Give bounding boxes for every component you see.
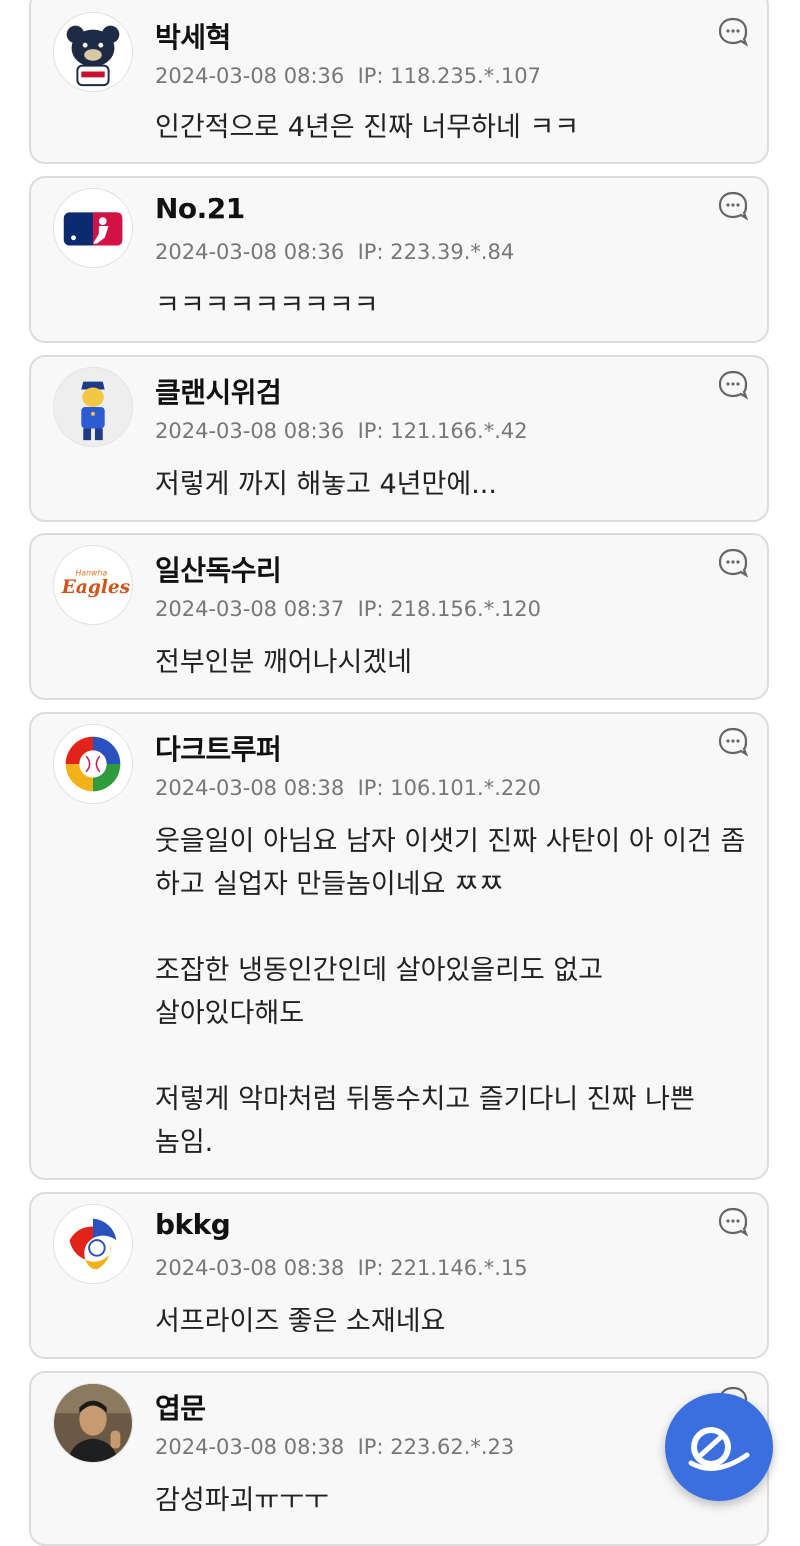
- eagles-logo-text: Eagles: [61, 577, 131, 598]
- nickname[interactable]: 일산독수리: [155, 549, 282, 589]
- bear-mascot-icon: [66, 25, 120, 87]
- comment-text: 인간적으로 4년은 진짜 너무하네 ㅋㅋ: [155, 112, 580, 143]
- avatar[interactable]: [53, 1204, 133, 1284]
- nickname[interactable]: 다크트루퍼: [155, 728, 282, 768]
- nickname[interactable]: 엽문: [155, 1387, 206, 1427]
- comment-ip: IP: 121.166.*.42: [357, 419, 528, 443]
- reply-icon[interactable]: [717, 547, 749, 579]
- comment-meta: 2024-03-08 08:37 IP: 218.156.*.120: [155, 597, 541, 621]
- reply-icon[interactable]: [717, 369, 749, 401]
- comment-ip: IP: 118.235.*.107: [357, 64, 541, 88]
- comment-date: 2024-03-08 08:38: [155, 1435, 345, 1459]
- comment-meta: 2024-03-08 08:36 IP: 223.39.*.84: [155, 240, 514, 264]
- comment-card: 다크트루퍼 2024-03-08 08:38 IP: 106.101.*.220…: [29, 712, 769, 1180]
- eagles-logo-icon: Hanwha Eagles: [61, 568, 131, 598]
- comment-date: 2024-03-08 08:38: [155, 776, 345, 800]
- comment-meta: 2024-03-08 08:38 IP: 223.62.*.23: [155, 1435, 514, 1459]
- reply-icon[interactable]: [717, 16, 749, 48]
- comment-date: 2024-03-08 08:37: [155, 597, 345, 621]
- nickname[interactable]: 박세혁: [155, 16, 231, 56]
- nickname[interactable]: bkkg: [155, 1208, 231, 1241]
- comment-card: Hanwha Eagles 일산독수리 2024-03-08 08:37 IP:…: [29, 533, 769, 700]
- comment-text: ㅋㅋㅋㅋㅋㅋㅋㅋㅋ: [155, 290, 379, 321]
- comment-ip: IP: 223.39.*.84: [357, 240, 515, 264]
- comment-ip: IP: 221.146.*.15: [357, 1256, 528, 1280]
- comment-ip: IP: 223.62.*.23: [357, 1435, 515, 1459]
- avatar[interactable]: [53, 367, 133, 447]
- comment-ip: IP: 218.156.*.120: [357, 597, 541, 621]
- reply-icon[interactable]: [717, 190, 749, 222]
- write-logo-icon: [688, 1427, 750, 1471]
- comment-ip: IP: 106.101.*.220: [357, 776, 541, 800]
- comment-date: 2024-03-08 08:36: [155, 419, 345, 443]
- comment-text: 웃을일이 아님요 남자 이샛기 진짜 사탄이 아 이건 좀 하고 실업자 만들놈…: [155, 826, 746, 1158]
- avatar[interactable]: [53, 188, 133, 268]
- person-photo-icon: [54, 1384, 132, 1462]
- police-cartoon-icon: [54, 368, 132, 446]
- nickname[interactable]: No.21: [155, 192, 245, 225]
- kbo-logo-icon: [69, 1218, 117, 1270]
- comment-card: No.21 2024-03-08 08:36 IP: 223.39.*.84 ㅋ…: [29, 176, 769, 343]
- comment-card: 엽문 2024-03-08 08:38 IP: 223.62.*.23 감성파괴…: [29, 1371, 769, 1546]
- comment-text: 저렇게 까지 해놓고 4년만에...: [155, 469, 497, 500]
- comment-text: 전부인분 깨어나시겠네: [155, 647, 412, 678]
- comment-card: 클랜시위검 2024-03-08 08:36 IP: 121.166.*.42 …: [29, 355, 769, 522]
- comment-date: 2024-03-08 08:38: [155, 1256, 345, 1280]
- avatar[interactable]: [53, 724, 133, 804]
- comment-date: 2024-03-08 08:36: [155, 64, 345, 88]
- wbc-logo-icon: [65, 736, 121, 792]
- comment-card: bkkg 2024-03-08 08:38 IP: 221.146.*.15 서…: [29, 1192, 769, 1359]
- comment-text: 서프라이즈 좋은 소재네요: [155, 1306, 446, 1337]
- comment-meta: 2024-03-08 08:36 IP: 118.235.*.107: [155, 64, 541, 88]
- mlb-logo-icon: [63, 212, 123, 246]
- nickname[interactable]: 클랜시위검: [155, 371, 282, 411]
- floating-write-button[interactable]: [665, 1393, 773, 1501]
- avatar[interactable]: [53, 1383, 133, 1463]
- reply-icon[interactable]: [717, 726, 749, 758]
- comment-card: 박세혁 2024-03-08 08:36 IP: 118.235.*.107 인…: [29, 0, 769, 164]
- comment-meta: 2024-03-08 08:36 IP: 121.166.*.42: [155, 419, 528, 443]
- comment-meta: 2024-03-08 08:38 IP: 106.101.*.220: [155, 776, 541, 800]
- comment-date: 2024-03-08 08:36: [155, 240, 345, 264]
- avatar[interactable]: Hanwha Eagles: [53, 545, 133, 625]
- avatar[interactable]: [53, 12, 133, 92]
- comment-text: 감성파괴ㅠㅜㅜ: [155, 1485, 329, 1516]
- reply-icon[interactable]: [717, 1206, 749, 1238]
- comment-meta: 2024-03-08 08:38 IP: 221.146.*.15: [155, 1256, 528, 1280]
